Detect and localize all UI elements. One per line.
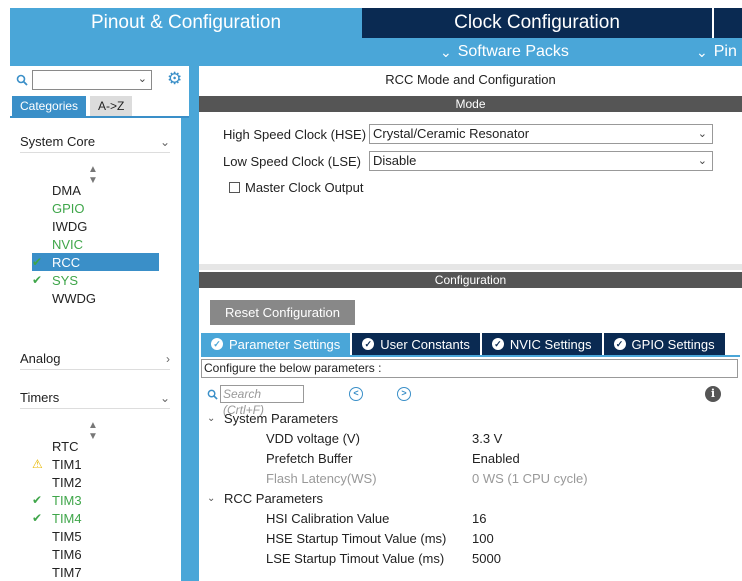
master-clock-output-row[interactable]: Master Clock Output xyxy=(229,180,364,195)
hse-label: High Speed Clock (HSE) xyxy=(223,126,367,142)
page-title: RCC Mode and Configuration xyxy=(385,72,556,87)
section-system-core[interactable]: System Core ⌄ xyxy=(20,131,170,153)
chevron-down-icon: ⌄ xyxy=(207,492,216,504)
list-item-sys[interactable]: ✔ SYS xyxy=(32,271,159,289)
chevron-down-icon: ⌄ xyxy=(207,412,216,424)
hse-value: Crystal/Ceramic Resonator xyxy=(373,126,530,141)
param-row-hsi-calibration[interactable]: HSI Calibration Value 16 xyxy=(266,508,486,528)
check-circle-icon: ✓ xyxy=(211,338,223,350)
param-row-prefetch[interactable]: Prefetch Buffer Enabled xyxy=(266,448,520,468)
warning-icon: ⚠ xyxy=(32,457,43,471)
group-rcc-parameters[interactable]: ⌄ RCC Parameters xyxy=(207,489,323,507)
tab-parameter-settings[interactable]: ✓ Parameter Settings xyxy=(201,333,351,355)
chevron-down-icon: ⌄ xyxy=(697,155,707,167)
search-icon xyxy=(207,389,218,400)
category-search: ⌄ xyxy=(16,70,152,90)
param-row-lse-startup[interactable]: LSE Startup Timout Value (ms) 5000 xyxy=(266,548,501,568)
lse-label: Low Speed Clock (LSE) xyxy=(223,153,362,169)
check-icon: ✔ xyxy=(32,255,43,269)
tab-a-to-z[interactable]: A->Z xyxy=(90,96,133,116)
tab-categories[interactable]: Categories xyxy=(12,96,87,116)
list-item-tim6[interactable]: TIM6 xyxy=(32,545,159,563)
list-item-rtc[interactable]: RTC xyxy=(32,437,159,455)
pinout-menu-label: Pin xyxy=(713,43,737,60)
list-item-wwdg[interactable]: WWDG xyxy=(32,289,159,307)
section-timers[interactable]: Timers ⌄ xyxy=(20,387,170,409)
check-icon: ✔ xyxy=(32,273,43,287)
category-tabs: Categories A->Z xyxy=(12,96,133,116)
lse-value: Disable xyxy=(373,153,417,168)
chevron-down-icon: ⌄ xyxy=(159,134,170,149)
section-title: Timers xyxy=(20,390,60,405)
category-search-combo[interactable]: ⌄ xyxy=(32,70,152,90)
check-circle-icon: ✓ xyxy=(491,338,504,350)
pinout-menu[interactable]: ⌄ Pin xyxy=(696,38,737,66)
software-packs-menu[interactable]: ⌄ Software Packs xyxy=(440,38,569,66)
list-item-tim1[interactable]: ⚠ TIM1 xyxy=(32,455,159,473)
categories-panel: ⌄ ⚙ Categories A->Z System Core ⌄ ▲ ▼ DMA… xyxy=(10,66,189,581)
master-clock-output-label: Master Clock Output xyxy=(245,180,364,195)
lse-row: Low Speed Clock (LSE) Disable ⌄ xyxy=(223,151,713,171)
chevron-down-icon: ⌄ xyxy=(697,128,707,140)
section-divider[interactable] xyxy=(199,264,742,270)
list-item-tim3[interactable]: ✔ TIM3 xyxy=(32,491,159,509)
list-item-nvic[interactable]: NVIC xyxy=(32,235,159,253)
chevron-down-icon[interactable]: ⌄ xyxy=(138,72,147,85)
list-item-rcc[interactable]: ✔ RCC xyxy=(32,253,159,271)
chevron-right-icon: › xyxy=(166,351,170,366)
category-scrollbar[interactable] xyxy=(181,118,189,581)
list-item-dma[interactable]: DMA xyxy=(32,181,159,199)
mode-header: Mode xyxy=(199,96,742,112)
param-row-flash-latency: Flash Latency(WS) 0 WS (1 CPU cycle) xyxy=(266,470,588,486)
top-tab-bar: Pinout & Configuration Clock Configurati… xyxy=(0,0,742,38)
section-analog[interactable]: Analog › xyxy=(20,348,170,370)
hse-select[interactable]: Crystal/Ceramic Resonator ⌄ xyxy=(369,124,713,144)
section-title: Analog xyxy=(20,351,61,366)
previous-result-icon[interactable]: < xyxy=(349,387,363,401)
tab-underline xyxy=(201,355,740,357)
gear-icon[interactable]: ⚙ xyxy=(167,70,185,88)
rcc-config-panel: RCC Mode and Configuration Mode High Spe… xyxy=(199,66,742,581)
list-item-tim7[interactable]: TIM7 xyxy=(32,563,159,581)
parameter-search-input[interactable]: Search (Crtl+F) xyxy=(220,385,304,417)
info-icon[interactable]: i xyxy=(705,386,721,402)
check-circle-icon: ✓ xyxy=(362,338,375,350)
reset-configuration-button[interactable]: Reset Configuration xyxy=(210,300,355,325)
check-circle-icon: ✓ xyxy=(613,338,626,350)
list-item-iwdg[interactable]: IWDG xyxy=(32,217,159,235)
software-packs-label: Software Packs xyxy=(457,43,569,60)
tab-gpio-settings[interactable]: ✓ GPIO Settings xyxy=(603,333,725,355)
tab-next-partial[interactable] xyxy=(714,8,742,38)
tab-nvic-settings[interactable]: ✓ NVIC Settings xyxy=(481,333,602,355)
configuration-header: Configuration xyxy=(199,272,742,288)
check-icon: ✔ xyxy=(32,493,43,507)
search-icon xyxy=(16,74,28,86)
lse-select[interactable]: Disable ⌄ xyxy=(369,151,713,171)
chevron-down-icon: ⌄ xyxy=(159,390,170,405)
configure-hint: Configure the below parameters : xyxy=(201,359,738,378)
param-row-hse-startup[interactable]: HSE Startup Timout Value (ms) 100 xyxy=(266,528,494,548)
sub-tab-bar: ⌄ Software Packs ⌄ Pin xyxy=(10,38,742,66)
list-item-tim2[interactable]: TIM2 xyxy=(32,473,159,491)
group-system-parameters[interactable]: ⌄ System Parameters xyxy=(207,409,338,427)
section-title: System Core xyxy=(20,134,96,149)
category-list: System Core ⌄ ▲ ▼ DMA GPIO IWDG NVIC ✔ RCC… xyxy=(10,118,181,581)
hse-row: High Speed Clock (HSE) Crystal/Ceramic R… xyxy=(223,124,713,144)
check-icon: ✔ xyxy=(32,511,43,525)
list-item-tim5[interactable]: TIM5 xyxy=(32,527,159,545)
panel-splitter[interactable] xyxy=(189,66,199,581)
list-item-tim4[interactable]: ✔ TIM4 xyxy=(32,509,159,527)
parameter-tabs: ✓ Parameter Settings ✓ User Constants ✓ … xyxy=(201,333,727,355)
master-clock-output-checkbox[interactable] xyxy=(229,182,240,193)
next-result-icon[interactable]: > xyxy=(397,387,411,401)
list-item-gpio[interactable]: GPIO xyxy=(32,199,159,217)
param-row-vdd[interactable]: VDD voltage (V) 3.3 V xyxy=(266,428,502,448)
chevron-down-icon: ⌄ xyxy=(696,43,708,60)
tab-pinout-configuration[interactable]: Pinout & Configuration xyxy=(10,8,362,38)
tab-clock-configuration[interactable]: Clock Configuration xyxy=(362,8,712,38)
tab-user-constants[interactable]: ✓ User Constants xyxy=(352,333,480,355)
parameter-search: Search (Crtl+F) xyxy=(207,385,304,417)
chevron-down-icon: ⌄ xyxy=(440,43,452,60)
